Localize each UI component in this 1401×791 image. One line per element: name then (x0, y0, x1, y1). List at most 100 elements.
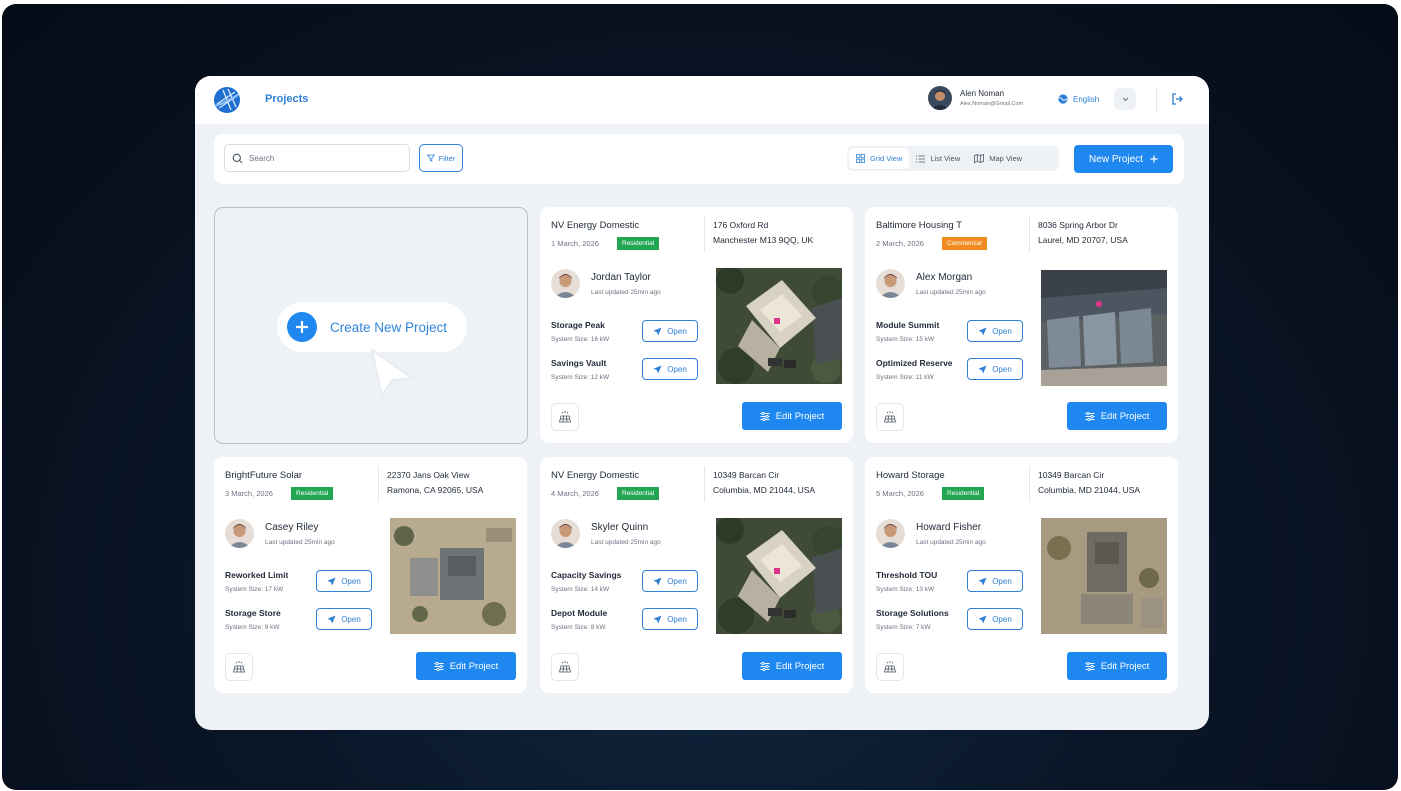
divider (704, 466, 705, 502)
list-icon (916, 155, 926, 162)
project-date: 1 March, 2026 (551, 239, 599, 248)
open-button[interactable]: Open (642, 570, 698, 592)
avatar (876, 519, 905, 548)
system-size: System Size: 12 kW (551, 374, 610, 381)
send-icon (653, 327, 662, 335)
solar-panel-button[interactable] (551, 403, 579, 431)
edit-project-button[interactable]: Edit Project (416, 652, 516, 680)
language-selector[interactable]: English (1052, 88, 1136, 110)
owner-name: Casey Riley (265, 522, 319, 533)
divider (704, 216, 705, 252)
solar-panel-icon (883, 411, 897, 423)
create-project-card[interactable]: Create New Project (214, 207, 528, 444)
video-backdrop: Projects Alen Noman Alex.Noman@Gmail.Com (2, 4, 1398, 790)
system-size: System Size: 15 kW (876, 336, 935, 343)
sliders-icon (1085, 661, 1095, 671)
system-size: System Size: 9 kW (225, 624, 280, 631)
send-icon (978, 615, 987, 623)
roof-aerial-image (1041, 270, 1167, 386)
solar-panel-button[interactable] (551, 653, 579, 681)
open-label: Open (341, 614, 361, 624)
roof-aerial-image (716, 268, 842, 384)
project-title: NV Energy Domestic (551, 470, 640, 481)
list-view-button[interactable]: List View (909, 148, 967, 169)
logo-icon[interactable] (213, 86, 241, 114)
open-button[interactable]: Open (316, 570, 372, 592)
avatar[interactable] (928, 86, 952, 110)
open-label: Open (992, 614, 1012, 624)
search-input[interactable] (249, 153, 399, 163)
open-button[interactable]: Open (967, 358, 1023, 380)
system-name: Optimized Reserve (876, 358, 953, 368)
system-name: Storage Store (225, 608, 281, 618)
solar-panel-icon (558, 661, 572, 673)
edit-project-button[interactable]: Edit Project (1067, 402, 1167, 430)
solar-panel-icon (232, 661, 246, 673)
open-label: Open (667, 576, 687, 586)
open-button[interactable]: Open (642, 320, 698, 342)
logout-icon[interactable] (1170, 92, 1184, 106)
filter-label: Filter (438, 153, 456, 163)
solar-panel-icon (883, 661, 897, 673)
roof-aerial-image (716, 518, 842, 634)
grid-icon (856, 154, 865, 163)
edit-project-button[interactable]: Edit Project (742, 652, 842, 680)
system-size: System Size: 14 kW (551, 586, 610, 593)
open-button[interactable]: Open (642, 608, 698, 630)
system-name: Module Summit (876, 320, 940, 330)
system-size: System Size: 13 kW (876, 586, 935, 593)
chevron-down-icon[interactable] (1114, 88, 1136, 110)
open-label: Open (992, 576, 1012, 586)
project-date: 4 March, 2026 (551, 489, 599, 498)
system-size: System Size: 11 kW (876, 374, 934, 381)
open-button[interactable]: Open (642, 358, 698, 380)
system-name: Storage Solutions (876, 608, 949, 618)
user-profile[interactable]: Alen Noman Alex.Noman@Gmail.Com (928, 86, 1023, 110)
open-button[interactable]: Open (967, 608, 1023, 630)
new-project-button[interactable]: New Project (1074, 145, 1173, 173)
send-icon (978, 365, 987, 373)
project-card: NV Energy Domestic 1 March, 2026 Residen… (540, 207, 853, 443)
search-box[interactable] (224, 144, 410, 172)
edit-project-button[interactable]: Edit Project (1067, 652, 1167, 680)
project-date: 2 March, 2026 (876, 239, 924, 248)
address-line-2: Laurel, MD 20707, USA (1038, 235, 1128, 245)
owner-name: Alex Morgan (916, 272, 973, 283)
open-label: Open (667, 326, 687, 336)
filter-icon (426, 154, 435, 162)
project-card: BrightFuture Solar 3 March, 2026 Residen… (214, 457, 527, 693)
solar-panel-button[interactable] (225, 653, 253, 681)
send-icon (653, 365, 662, 373)
system-size: System Size: 7 kW (876, 624, 931, 631)
filter-button[interactable]: Filter (419, 144, 463, 172)
create-project-button[interactable]: Create New Project (277, 302, 467, 352)
last-updated: Last updated 25min ago (916, 539, 986, 546)
address-line-1: 176 Oxford Rd (713, 220, 769, 230)
map-view-button[interactable]: Map View (967, 148, 1029, 169)
open-button[interactable]: Open (967, 320, 1023, 342)
avatar (876, 269, 905, 298)
owner-name: Skyler Quinn (591, 522, 649, 533)
divider (378, 466, 379, 502)
divider (1029, 466, 1030, 502)
address-line-2: Columbia, MD 21044, USA (1038, 485, 1141, 495)
solar-panel-button[interactable] (876, 403, 904, 431)
project-card: NV Energy Domestic 4 March, 2026 Residen… (540, 457, 853, 693)
map-icon (974, 154, 985, 163)
system-name: Depot Module (551, 608, 608, 618)
grid-view-button[interactable]: Grid View (849, 148, 910, 169)
solar-panel-button[interactable] (876, 653, 904, 681)
system-name: Reworked Limit (225, 570, 289, 580)
open-button[interactable]: Open (967, 570, 1023, 592)
cursor-icon (370, 348, 414, 398)
address-line-1: 10349 Barcan Cir (1038, 470, 1105, 480)
project-type-badge: Residential (617, 237, 660, 250)
edit-project-button[interactable]: Edit Project (742, 402, 842, 430)
edit-project-label: Edit Project (775, 410, 825, 422)
last-updated: Last updated 25min ago (265, 539, 335, 546)
app-window: Projects Alen Noman Alex.Noman@Gmail.Com (195, 76, 1209, 730)
view-switcher: Grid View List View Map View (847, 146, 1059, 171)
system-name: Storage Peak (551, 320, 605, 330)
send-icon (653, 577, 662, 585)
open-button[interactable]: Open (316, 608, 372, 630)
